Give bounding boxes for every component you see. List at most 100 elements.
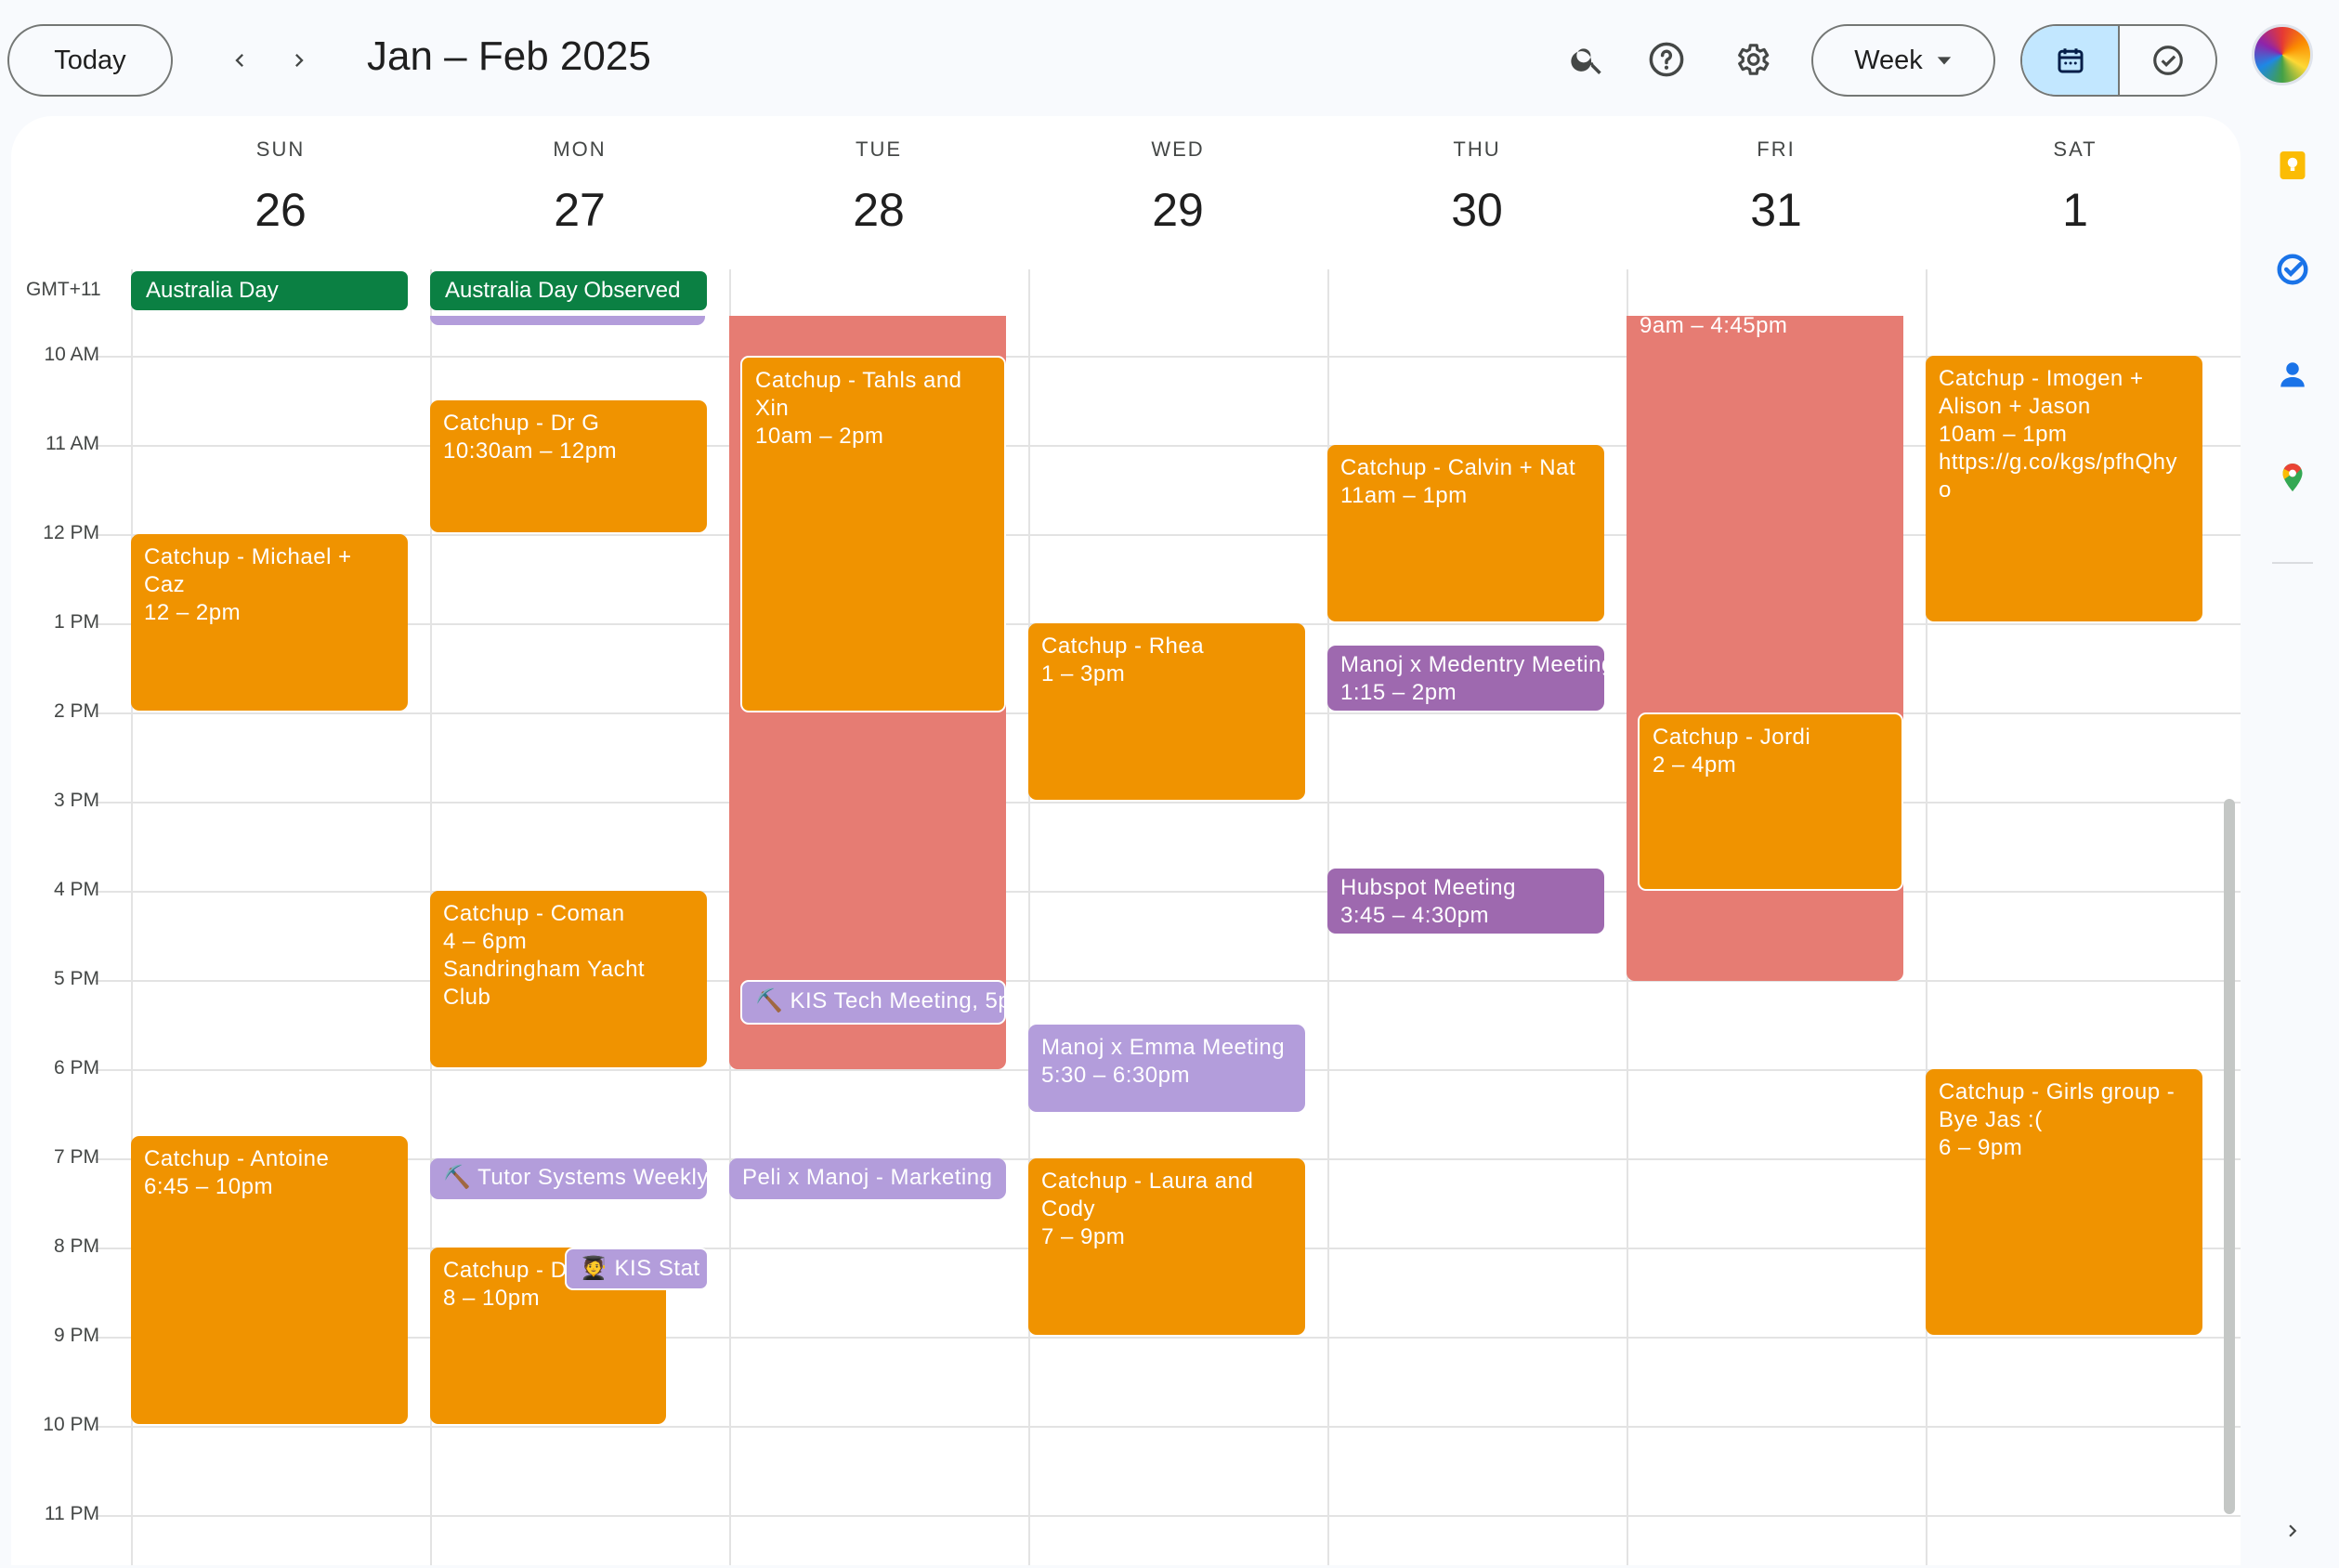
- calendar-event[interactable]: Catchup - Coman 4 – 6pm Sandringham Yach…: [430, 891, 707, 1067]
- chevron-right-icon: [2289, 1524, 2297, 1537]
- calendar-event[interactable]: Catchup - Girls group - Bye Jas :( 6 – 9…: [1926, 1069, 2202, 1335]
- calendar-event[interactable]: ⛏️ KIS Tech Meeting, 5pm: [740, 980, 1006, 1025]
- hour-label: 10 AM: [44, 344, 99, 365]
- event-title: Catchup - Tahls and Xin: [755, 368, 962, 421]
- search-icon: [1571, 48, 1601, 74]
- event-title: Catchup - Michael + Caz: [144, 544, 352, 597]
- calendar-event[interactable]: Manoj x Emma Meeting 5:30 – 6:30pm: [1028, 1025, 1305, 1112]
- hour-label: 8 PM: [53, 1235, 99, 1257]
- chevron-right-icon: [295, 54, 304, 67]
- calendar-event[interactable]: Catchup - Michael + Caz 12 – 2pm: [131, 534, 408, 711]
- previous-week-button[interactable]: [221, 42, 258, 79]
- event-time: 10:30am – 12pm: [443, 438, 618, 464]
- settings-button[interactable]: [1730, 37, 1774, 82]
- day-number[interactable]: 31: [1627, 183, 1926, 237]
- calendar-event[interactable]: Hubspot Meeting 3:45 – 4:30pm: [1327, 869, 1604, 934]
- tasks-icon: [2277, 254, 2308, 285]
- day-name: FRI: [1757, 137, 1796, 161]
- event-title: Manoj x Emma Meeting: [1041, 1035, 1286, 1060]
- allday-divider: [1627, 269, 1628, 316]
- calendar-event[interactable]: ⛏️ Tutor Systems Weekly: [430, 1158, 707, 1199]
- event-title: 🧑‍🎓 KIS Stat: [580, 1256, 700, 1281]
- calendar-event[interactable]: Catchup - Rhea 1 – 3pm: [1028, 623, 1305, 800]
- event-location: https://g.co/kgs/pfhQhyo: [1939, 450, 2177, 503]
- day-name: THU: [1453, 137, 1501, 161]
- maps-button[interactable]: [2276, 461, 2309, 494]
- today-button[interactable]: Today: [7, 24, 173, 97]
- gear-icon: [1738, 44, 1770, 75]
- event-title: Hubspot Meeting: [1340, 875, 1516, 900]
- allday-divider: [729, 269, 731, 316]
- calendar-event[interactable]: Catchup - Dr G 10:30am – 12pm: [430, 400, 707, 532]
- expand-side-panel-button[interactable]: [2276, 1514, 2309, 1548]
- day-number[interactable]: 26: [131, 183, 430, 237]
- event-time: 9am – 4:45pm: [1640, 316, 1788, 338]
- event-title: ⛏️ Tutor Systems Weekly: [443, 1165, 707, 1190]
- event-title: Catchup - Coman: [443, 901, 625, 926]
- hour-label: 12 PM: [43, 522, 99, 543]
- event-time: 5:30 – 6:30pm: [1041, 1063, 1190, 1088]
- allday-event[interactable]: Australia Day: [131, 271, 408, 310]
- calendar-event[interactable]: [430, 316, 705, 325]
- hour-line: [95, 534, 2241, 536]
- hour-line: [95, 1337, 2241, 1339]
- calendar-event[interactable]: Manoj x Medentry Meeting 1:15 – 2pm: [1327, 646, 1604, 711]
- event-time: 11am – 1pm: [1340, 483, 1468, 508]
- view-select[interactable]: Week: [1811, 24, 1995, 97]
- account-avatar[interactable]: [2252, 24, 2313, 85]
- day-number[interactable]: 30: [1327, 183, 1627, 237]
- tasks-button[interactable]: [2276, 253, 2309, 286]
- day-number[interactable]: 29: [1028, 183, 1327, 237]
- hour-label: 3 PM: [53, 790, 99, 811]
- calendar-event[interactable]: Catchup - Calvin + Nat 11am – 1pm: [1327, 445, 1604, 621]
- day-name: SUN: [255, 137, 306, 161]
- maps-pin-icon: [2282, 464, 2303, 491]
- hour-label: 10 PM: [43, 1414, 99, 1435]
- calendar-event[interactable]: Catchup - Jordi 2 – 4pm: [1638, 712, 1903, 891]
- hour-label: 7 PM: [53, 1146, 99, 1168]
- vertical-scrollbar[interactable]: [2224, 799, 2235, 1514]
- day-number[interactable]: 27: [430, 183, 729, 237]
- hour-line: [95, 891, 2241, 893]
- keep-icon: [2280, 151, 2306, 179]
- help-button[interactable]: [1644, 37, 1689, 82]
- event-time: 10am – 2pm: [755, 424, 884, 449]
- event-title: Catchup - Dr G: [443, 411, 600, 436]
- contacts-icon: [2280, 362, 2305, 387]
- contacts-button[interactable]: [2276, 358, 2309, 391]
- allday-event[interactable]: Australia Day Observed: [430, 271, 707, 310]
- hour-label: 11 AM: [46, 433, 99, 454]
- view-select-label: Week: [1854, 45, 1923, 75]
- hour-line: [95, 445, 2241, 447]
- calendar-event[interactable]: Catchup - Antoine 6:45 – 10pm: [131, 1136, 408, 1424]
- hour-label: 1 PM: [53, 611, 99, 633]
- calendar-event[interactable]: Catchup - Tahls and Xin 10am – 2pm: [740, 356, 1006, 712]
- calendar-event[interactable]: Catchup - Laura and Cody 7 – 9pm: [1028, 1158, 1305, 1335]
- day-number[interactable]: 28: [729, 183, 1028, 237]
- calendar-icon: [2058, 48, 2083, 73]
- day-name: MON: [553, 137, 607, 161]
- hour-line: [95, 980, 2241, 982]
- tasks-view-toggle[interactable]: [2120, 26, 2215, 95]
- day-number[interactable]: 1: [1926, 183, 2225, 237]
- search-button[interactable]: [1565, 37, 1610, 82]
- day-name: TUE: [856, 137, 902, 161]
- chevron-left-icon: [235, 54, 243, 67]
- calendar-event[interactable]: 🧑‍🎓 KIS Stat: [565, 1248, 709, 1290]
- event-title: Manoj x Medentry Meeting: [1340, 652, 1604, 677]
- check-circle-icon: [2152, 46, 2183, 75]
- hour-label: 2 PM: [53, 700, 99, 722]
- date-range-title: Jan – Feb 2025: [367, 33, 651, 79]
- event-title: Peli x Manoj - Marketing: [742, 1165, 993, 1190]
- event-title: Catchup - Rhea: [1041, 634, 1205, 659]
- event-time: 1 – 3pm: [1041, 661, 1126, 686]
- hour-line: [95, 802, 2241, 804]
- keep-button[interactable]: [2276, 149, 2309, 182]
- next-week-button[interactable]: [281, 42, 318, 79]
- calendar-event[interactable]: Catchup - Imogen + Alison + Jason 10am –…: [1926, 356, 2202, 621]
- hour-line: [95, 356, 2241, 358]
- event-time: 1:15 – 2pm: [1340, 680, 1457, 705]
- calendar-view-toggle[interactable]: [2022, 26, 2120, 95]
- calendar-event[interactable]: Peli x Manoj - Marketing: [729, 1158, 1006, 1199]
- hour-label: 9 PM: [53, 1325, 99, 1346]
